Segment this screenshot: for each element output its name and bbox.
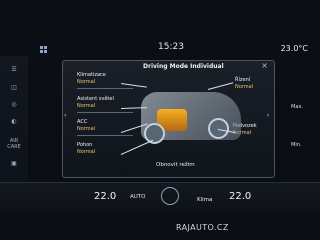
seat-icon[interactable]: ▣ [8, 160, 20, 170]
close-icon[interactable]: × [261, 61, 268, 70]
left-arrow-icon[interactable]: ‹ [64, 112, 70, 119]
home-button[interactable] [161, 187, 179, 205]
park-icon[interactable]: ◫ [8, 84, 20, 94]
fan-scale: Max. Min. [279, 104, 306, 152]
scale-min-label: Min. [291, 142, 302, 148]
drive-value[interactable]: Normal [77, 149, 95, 155]
front-wheel [144, 123, 165, 144]
climate-label: Klimatizace [77, 72, 106, 78]
mode-icon[interactable]: ◐ [8, 118, 20, 128]
klima-button[interactable]: Klima [197, 197, 212, 203]
left-rail: ☰ ◫ ◎ ◐ AIR CARE ▣ [0, 56, 28, 188]
menu-icon[interactable]: ☰ [8, 66, 20, 76]
acc-divider [77, 135, 133, 136]
scale-max-label: Max. [291, 104, 303, 110]
driving-mode-dialog: Driving Mode Individual × Klimatizace No… [62, 60, 275, 178]
dialog-title: Driving Mode Individual [143, 63, 224, 70]
reset-mode-button[interactable]: Obnovit režim [156, 162, 195, 168]
bottom-climate-bar: 22.0 AUTO Klima 22.0 [0, 182, 320, 211]
clock: 15:23 [158, 42, 184, 52]
infotainment-screen: 15:23 23.0°C ☰ ◫ ◎ ◐ AIR CARE ▣ Driving … [0, 0, 320, 240]
assist-icon[interactable]: ◎ [8, 101, 20, 111]
acc-value[interactable]: Normal [77, 126, 95, 132]
drive-label: Pohon [77, 142, 93, 148]
right-arrow-icon[interactable]: › [267, 112, 273, 119]
light-assistant-divider [77, 112, 133, 113]
right-temperature[interactable]: 22.0 [229, 191, 251, 202]
climate-value[interactable]: Normal [77, 79, 95, 85]
climate-divider [77, 88, 133, 89]
status-bar: 15:23 23.0°C [0, 40, 320, 58]
outside-temperature: 23.0°C [280, 44, 308, 53]
auto-button[interactable]: AUTO [130, 194, 145, 200]
light-assistant-label: Asistent světel [77, 96, 114, 102]
acc-label: ACC [77, 119, 88, 125]
watermark: RAJAUTO.CZ [176, 223, 229, 232]
app-grid-icon[interactable] [40, 46, 50, 53]
air-care-button[interactable]: AIR CARE [4, 138, 24, 150]
left-temperature[interactable]: 22.0 [94, 191, 116, 202]
light-assistant-value[interactable]: Normal [77, 103, 95, 109]
